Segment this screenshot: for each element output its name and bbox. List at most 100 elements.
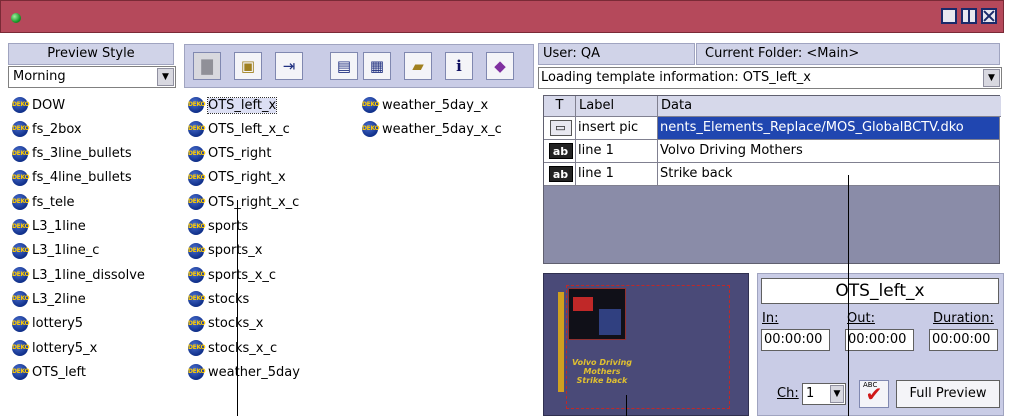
template-label: OTS_left_x: [206, 96, 278, 114]
template-label: weather_5day: [208, 364, 300, 380]
list-item[interactable]: OTS_left: [12, 362, 86, 382]
deko-template-icon: [12, 145, 30, 162]
list-item[interactable]: weather_5day_x: [362, 95, 488, 115]
deko-template-icon: [188, 169, 206, 186]
list-item[interactable]: stocks: [188, 289, 249, 309]
status-select[interactable]: Loading template information: OTS_left_x…: [538, 67, 1002, 89]
chevron-down-icon[interactable]: ▼: [830, 385, 844, 403]
template-label: stocks_x_c: [208, 340, 278, 356]
table-row[interactable]: ab line 1 Volvo Driving Mothers: [544, 140, 1000, 163]
duration-field[interactable]: 00:00:00: [929, 329, 998, 351]
list-item[interactable]: sports_x_c: [188, 265, 276, 285]
table-row[interactable]: ab line 1 Strike back: [544, 163, 1000, 186]
list-item[interactable]: lottery5_x: [12, 338, 97, 358]
deko-template-icon: [362, 121, 380, 138]
field-label: line 1: [576, 140, 658, 162]
spell-check-icon[interactable]: ABC ✔: [859, 380, 889, 408]
full-preview-button[interactable]: Full Preview: [896, 380, 1000, 408]
field-data[interactable]: nents_Elements_Replace/MOS_GlobalBCTV.dk…: [658, 117, 1000, 139]
list-item[interactable]: DOW: [12, 95, 65, 115]
toolbar: ▇ ▣ ⇥ ▤ ▦ ▰ i ◆: [184, 44, 534, 88]
data-column-header[interactable]: Data: [658, 96, 1000, 116]
out-time-field[interactable]: 00:00:00: [845, 329, 914, 351]
list-item[interactable]: fs_2box: [12, 119, 82, 139]
field-data[interactable]: Volvo Driving Mothers: [658, 140, 1000, 162]
chevron-down-icon[interactable]: ▼: [157, 68, 174, 86]
list-item[interactable]: L3_1line_dissolve: [12, 265, 145, 285]
preview-style-select[interactable]: Morning ▼: [8, 66, 176, 88]
list-item[interactable]: OTS_left_x_c: [188, 119, 290, 139]
deko-template-icon: [188, 121, 206, 138]
deko-template-icon: [188, 97, 206, 113]
preview-style-value: Morning: [13, 69, 66, 84]
table-row[interactable]: ▭ insert pic nents_Elements_Replace/MOS_…: [544, 117, 1000, 140]
template-label: stocks_x: [208, 316, 264, 332]
callout-line: [237, 200, 238, 416]
list-item[interactable]: L3_1line: [12, 217, 86, 237]
list-item[interactable]: lottery5: [12, 314, 83, 334]
template-label: lottery5_x: [32, 340, 98, 356]
template-icon[interactable]: ▣: [234, 52, 262, 80]
template-label: L3_1line_c: [32, 243, 100, 259]
channel-select[interactable]: 1 ▼: [802, 383, 846, 405]
list-item[interactable]: sports: [188, 217, 248, 237]
minimize-window-icon[interactable]: [941, 8, 957, 24]
template-label: fs_3line_bullets: [32, 146, 132, 162]
deko-template-icon: [188, 242, 206, 259]
template-label: fs_tele: [32, 194, 75, 210]
deko-template-icon: [188, 364, 206, 381]
detail-view-icon[interactable]: ▦: [363, 52, 391, 80]
list-item[interactable]: sports_x: [188, 241, 262, 261]
list-item[interactable]: OTS_right_x_c: [188, 192, 299, 212]
list-item[interactable]: L3_1line_c: [12, 241, 99, 261]
list-item[interactable]: weather_5day_x_c: [362, 119, 502, 139]
eraser-icon[interactable]: ◆: [486, 52, 514, 80]
import-icon[interactable]: ⇥: [275, 52, 303, 80]
safe-area-guide: [566, 285, 730, 409]
open-folder-icon[interactable]: ▰: [404, 52, 432, 80]
list-item[interactable]: fs_4line_bullets: [12, 168, 132, 188]
field-data[interactable]: Strike back: [658, 163, 1000, 185]
list-item[interactable]: stocks_x_c: [188, 338, 277, 358]
deko-template-icon: [188, 291, 206, 308]
list-item[interactable]: OTS_right: [188, 144, 271, 164]
chevron-down-icon[interactable]: ▼: [983, 69, 1000, 87]
type-column-header[interactable]: T: [544, 96, 576, 116]
deko-template-icon: [12, 315, 30, 332]
out-label: Out:: [847, 311, 875, 326]
list-item[interactable]: L3_2line: [12, 289, 86, 309]
close-window-icon[interactable]: [981, 8, 997, 24]
label-column-header[interactable]: Label: [576, 96, 658, 116]
deko-template-icon: [188, 267, 206, 284]
folder-icon[interactable]: ▇: [193, 52, 221, 80]
template-fields-grid: T Label Data ▭ insert pic nents_Elements…: [543, 95, 1001, 264]
list-item[interactable]: OTS_right_x: [188, 168, 286, 188]
template-label: sports: [208, 219, 249, 234]
list-item[interactable]: fs_3line_bullets: [12, 144, 132, 164]
list-item[interactable]: OTS_left_x: [188, 95, 278, 115]
deko-template-icon: [188, 145, 206, 162]
in-time-field[interactable]: 00:00:00: [761, 329, 830, 351]
template-label: weather_5day_x_c: [382, 121, 502, 137]
list-item[interactable]: stocks_x: [188, 314, 263, 334]
channel-label: Ch:: [777, 386, 799, 401]
template-label: OTS_right: [208, 146, 272, 162]
template-label: L3_2line: [32, 291, 86, 307]
restore-window-icon[interactable]: [961, 8, 977, 24]
template-label: L3_1line: [32, 219, 86, 234]
template-browser-panel: Preview Style Morning ▼ ▇ ▣ ⇥ ▤ ▦ ▰ i ◆ …: [0, 40, 538, 416]
channel-value: 1: [806, 386, 815, 401]
list-item[interactable]: fs_tele: [12, 192, 75, 212]
deko-template-icon: [188, 218, 206, 235]
deko-template-icon: [188, 315, 206, 332]
deko-template-icon: [12, 97, 30, 113]
list-item[interactable]: weather_5day: [188, 362, 300, 382]
template-info-panel: OTS_left_x In: Out: Duration: 00:00:00 0…: [757, 273, 1004, 416]
current-folder-label: Current Folder: <Main>: [696, 43, 1000, 65]
template-label: OTS_left_x_c: [208, 121, 290, 137]
info-icon[interactable]: i: [445, 52, 473, 80]
list-view-icon[interactable]: ▤: [330, 52, 358, 80]
user-label: User: QA: [538, 43, 695, 65]
template-label: fs_4line_bullets: [32, 170, 132, 186]
deko-template-icon: [12, 267, 30, 284]
